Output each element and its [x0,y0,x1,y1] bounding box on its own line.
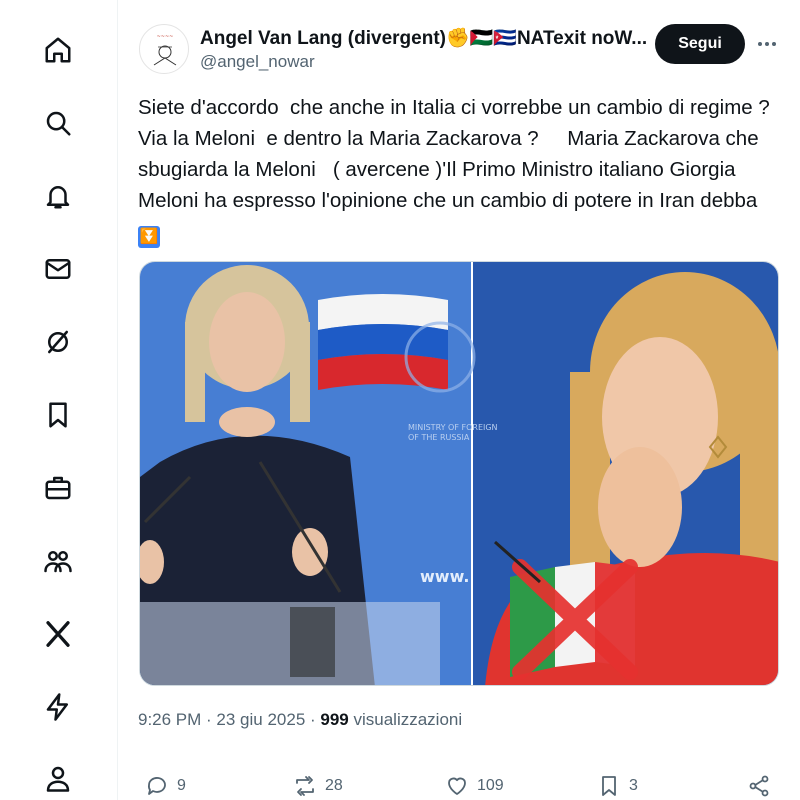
author-name[interactable]: Angel Van Lang (divergent)✊🇵🇸🇨🇺NATexit n… [200,26,650,50]
heart-icon [448,777,466,795]
bookmark-icon[interactable] [40,397,76,433]
views-label: visualizzazioni [348,710,463,729]
post-timestamp[interactable]: 9:26 PM · 23 giu 2025 · [138,710,320,729]
svg-text:OF THE RUSSIA: OF THE RUSSIA [408,433,470,442]
avatar[interactable]: ~~~~ [139,24,189,74]
reply-button[interactable]: 9 [145,774,186,798]
like-button[interactable]: 109 [445,774,504,798]
svg-text:~~~~: ~~~~ [157,34,174,40]
repost-icon [296,776,314,796]
briefcase-icon[interactable] [40,470,76,506]
views-count: 999 [320,710,349,729]
background-sign-text: www. [420,567,469,586]
share-button[interactable] [747,774,779,798]
double-down-arrow-icon: ⏬ [138,226,160,248]
bolt-icon[interactable] [40,689,76,725]
svg-text:MINISTRY OF FOREIGN: MINISTRY OF FOREIGN [408,423,498,432]
bell-icon[interactable] [40,178,76,214]
post-meta: 9:26 PM · 23 giu 2025 · 999 visualizzazi… [138,710,462,730]
post-actions: 9 28 109 3 [119,770,800,800]
reply-count: 9 [177,777,186,794]
profile-icon[interactable] [40,760,76,796]
reply-icon [147,777,166,795]
bookmark-count: 3 [629,777,638,794]
x-logo-icon[interactable] [40,616,76,652]
communities-icon[interactable] [40,543,76,579]
follow-button[interactable]: Segui [655,24,745,64]
post-image[interactable]: MINISTRY OF FOREIGN OF THE RUSSIA www. [139,261,779,686]
author-handle[interactable]: @angel_nowar [200,52,315,72]
post-text: Siete d'accordo che anche in Italia ci v… [138,92,778,248]
repost-button[interactable]: 28 [293,774,343,798]
grok-icon[interactable] [40,324,76,360]
bookmark-action-button[interactable]: 3 [597,774,638,798]
post-body-text: Siete d'accordo che anche in Italia ci v… [138,96,776,212]
bookmark-action-icon [602,776,616,796]
search-icon[interactable] [40,105,76,141]
share-icon [749,775,769,797]
post: ~~~~ Angel Van Lang (divergent)✊🇵🇸🇨🇺NATe… [119,0,800,800]
home-icon[interactable] [40,32,76,68]
like-count: 109 [477,777,504,794]
more-options-icon[interactable] [755,32,779,56]
mail-icon[interactable] [40,251,76,287]
left-nav-rail [0,0,118,800]
repost-count: 28 [325,777,343,794]
